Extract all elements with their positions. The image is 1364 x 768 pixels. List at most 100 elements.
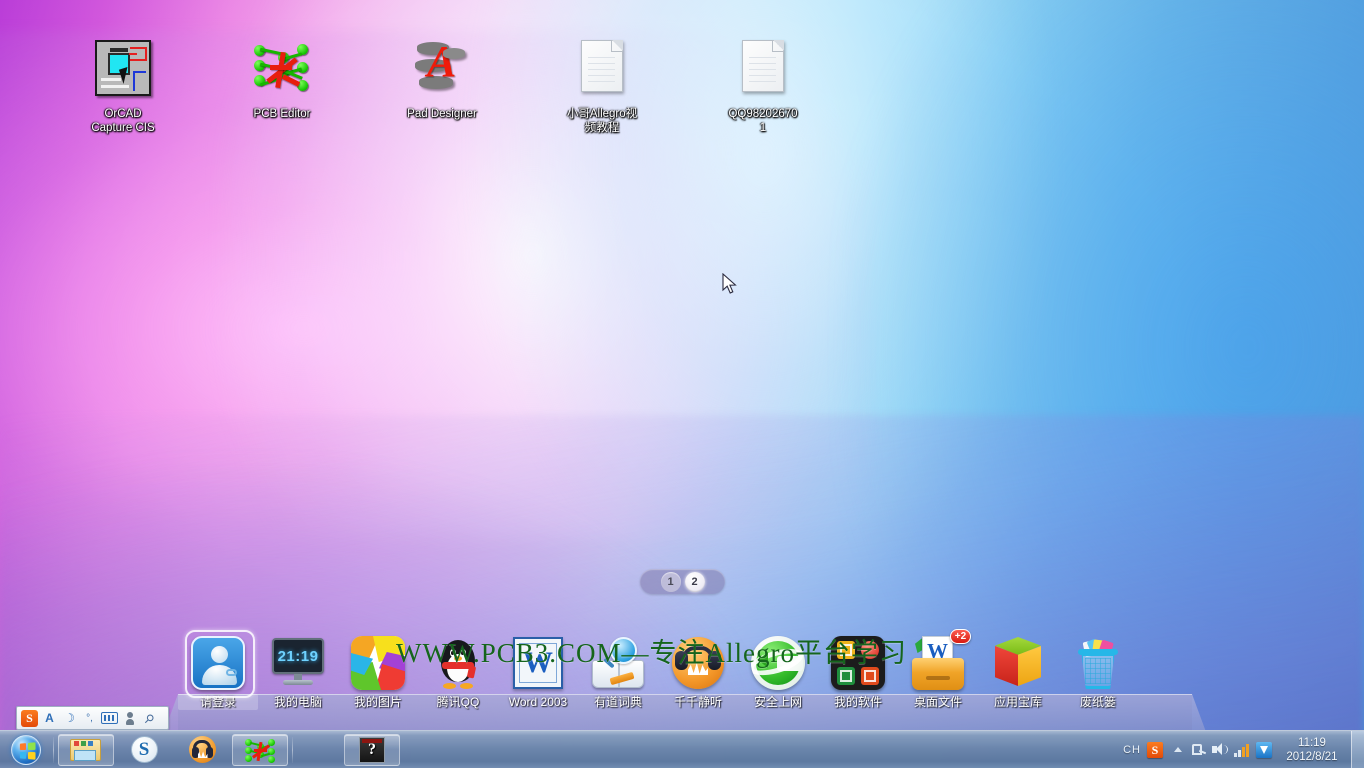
- sogou-logo-icon[interactable]: S: [21, 709, 38, 727]
- dock-item-label: 安全上网: [753, 695, 802, 709]
- desktop-icon-qq-file[interactable]: QQ98202670 1: [700, 40, 826, 135]
- tray-clock[interactable]: 11:19 2012/8/21: [1275, 731, 1349, 768]
- start-orb-button[interactable]: [2, 733, 50, 767]
- system-tray: CH S 11:19 2012/8/21: [1117, 730, 1364, 768]
- music-player-icon: [658, 632, 738, 694]
- dock-item-label: 腾讯QQ: [436, 695, 480, 709]
- browser-e-icon: [738, 632, 818, 694]
- windows-logo-icon: [11, 734, 41, 765]
- word-icon: W: [498, 632, 578, 694]
- orcad-chip-icon: [60, 40, 186, 102]
- taskbar-music-player-button[interactable]: [174, 734, 230, 766]
- pad-designer-icon: A: [379, 40, 505, 102]
- dictionary-icon: [578, 632, 658, 694]
- qq-penguin-icon: [418, 632, 498, 694]
- desktop-icon-allegro-video-tutorial[interactable]: 小哥Allegro视 频教程: [539, 40, 665, 135]
- tray-network-icon[interactable]: [1187, 731, 1209, 768]
- dock-item-word-2003[interactable]: W Word 2003: [498, 632, 578, 710]
- tray-language-label: CH: [1123, 743, 1141, 756]
- label-line-1: 小哥Allegro视: [566, 108, 638, 120]
- page-dot-2[interactable]: 2: [684, 571, 705, 592]
- help-glyph: ?: [368, 740, 376, 758]
- punctuation-mode-icon[interactable]: °,: [81, 710, 98, 727]
- sogou-ime-toolbar[interactable]: S A ☽ °, ⚲: [16, 706, 169, 730]
- desktop-icon-label: OrCAD Capture CIS: [60, 107, 186, 135]
- dock-item-label: 桌面文件: [913, 695, 962, 709]
- sogou-browser-icon: S: [130, 736, 158, 763]
- dock-item-label: 我的软件: [833, 695, 882, 709]
- desktop-icon-orcad-capture-cis[interactable]: OrCAD Capture CIS: [60, 40, 186, 135]
- dock-item-label: 我的图片: [353, 695, 402, 709]
- input-mode-letter-icon[interactable]: A: [41, 710, 58, 727]
- dock-item-my-computer[interactable]: 21:19 我的电脑: [258, 632, 338, 710]
- input-mode-moon-icon[interactable]: ☽: [61, 710, 78, 727]
- monitor-icon: 21:19: [258, 632, 338, 694]
- pictures-icon: [338, 632, 418, 694]
- desktop-icon-label: QQ98202670 1: [700, 107, 826, 135]
- monitor-clock-text: 21:19: [277, 647, 319, 665]
- settings-wrench-icon[interactable]: ⚲: [137, 706, 161, 730]
- help-question-icon: ?: [359, 736, 385, 763]
- dock-item-safe-browsing[interactable]: 安全上网: [738, 632, 818, 710]
- dock-item-my-software[interactable]: 我的软件: [818, 632, 898, 710]
- desktop-page-indicator[interactable]: 1 2: [640, 569, 725, 594]
- user-login-icon: [178, 630, 258, 698]
- file-document-icon: [700, 40, 826, 102]
- clock-date: 2012/8/21: [1286, 750, 1338, 763]
- dock-item-ttplayer[interactable]: 千千静听: [658, 632, 738, 710]
- dock-item-tencent-qq[interactable]: 腾讯QQ: [418, 632, 498, 710]
- label-line-1: OrCAD: [104, 108, 142, 120]
- taskbar-divider: [53, 736, 54, 763]
- tray-volume-icon[interactable]: [1209, 731, 1231, 768]
- dock-item-app-treasury[interactable]: 应用宝库: [978, 632, 1058, 710]
- dock-item-list: 请登录 21:19 我的电脑 我的图片 腾讯QQ W Word 2003 有道词…: [178, 629, 1192, 732]
- label-line-1: QQ98202670: [728, 108, 798, 120]
- badge-count: +2: [950, 629, 971, 644]
- desktop-icon-pad-designer[interactable]: A Pad Designer: [379, 40, 505, 121]
- cube-icon: [978, 632, 1058, 694]
- dock-item-label: 废纸篓: [1079, 695, 1116, 709]
- tray-signal-icon[interactable]: [1231, 731, 1253, 768]
- taskbar-divider: [292, 736, 293, 763]
- tray-ime-badge: S: [1147, 741, 1163, 758]
- file-tray-icon: W +2: [898, 629, 978, 694]
- desktop-dock: 请登录 21:19 我的电脑 我的图片 腾讯QQ W Word 2003 有道词…: [178, 629, 1192, 732]
- music-player-icon: [188, 736, 216, 763]
- tray-language-indicator[interactable]: CH S: [1117, 741, 1169, 758]
- pcb-net-icon: [219, 40, 345, 102]
- file-document-icon: [539, 40, 665, 102]
- dock-item-label: Word 2003: [508, 695, 568, 709]
- taskbar: S ? CH S 11:19 2012/8/21: [0, 730, 1364, 768]
- taskbar-window-help[interactable]: ?: [344, 733, 400, 766]
- trash-basket-icon: [1058, 632, 1138, 694]
- dock-item-desktop-files[interactable]: W +2 桌面文件: [898, 629, 978, 710]
- desktop-icon-label: Pad Designer: [407, 108, 477, 120]
- taskbar-pcb-editor-button[interactable]: [232, 733, 288, 766]
- desktop-icon-label: PCB Editor: [253, 108, 311, 120]
- label-line-2: Capture CIS: [91, 122, 155, 134]
- taskbar-explorer-button[interactable]: [58, 733, 114, 766]
- dock-item-label: 我的电脑: [273, 695, 322, 709]
- folder-explorer-icon: [70, 737, 102, 763]
- dock-item-my-pictures[interactable]: 我的图片: [338, 632, 418, 710]
- sogou-browser-glyph: S: [138, 739, 150, 760]
- dock-item-recycle-bin[interactable]: 废纸篓: [1058, 632, 1138, 710]
- desktop-icon-label: 小哥Allegro视 频教程: [539, 107, 665, 135]
- page-dot-1[interactable]: 1: [660, 571, 681, 592]
- show-desktop-button[interactable]: [1351, 730, 1364, 768]
- pcb-net-icon: [245, 737, 275, 763]
- dock-item-login[interactable]: 请登录: [178, 630, 258, 710]
- dock-item-label: 应用宝库: [993, 695, 1042, 709]
- dock-item-label: 有道词典: [593, 695, 642, 709]
- soft-keyboard-icon[interactable]: [101, 710, 118, 727]
- tray-security-icon[interactable]: [1253, 731, 1275, 768]
- label-line-2: 1: [759, 122, 767, 134]
- tray-overflow-chevron-icon[interactable]: [1169, 731, 1187, 768]
- user-profile-icon[interactable]: [121, 710, 138, 727]
- software-grid-icon: [818, 632, 898, 694]
- label-line-2: 频教程: [584, 122, 620, 134]
- desktop-icon-pcb-editor[interactable]: PCB Editor: [219, 40, 345, 121]
- dock-item-youdao-dict[interactable]: 有道词典: [578, 632, 658, 710]
- taskbar-sogou-browser-button[interactable]: S: [116, 734, 172, 766]
- clock-time: 11:19: [1298, 736, 1326, 749]
